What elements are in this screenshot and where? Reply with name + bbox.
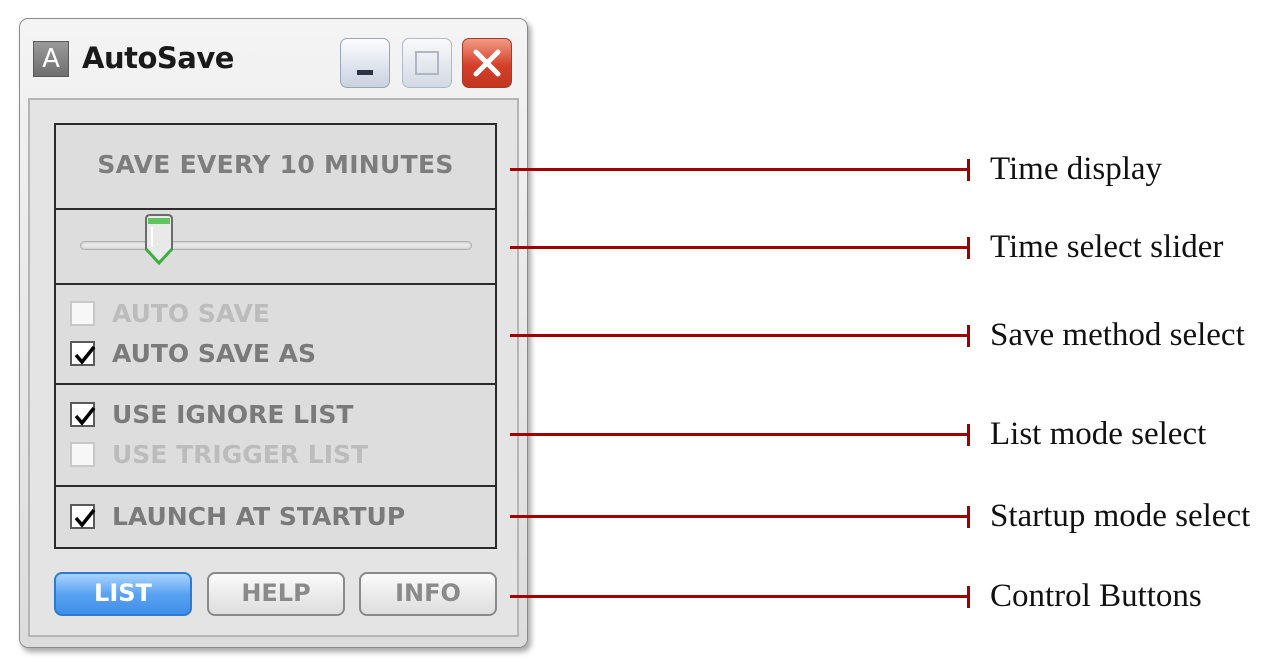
checkmark-icon (74, 508, 96, 528)
time-display: SAVE EVERY 10 MINUTES (97, 150, 454, 179)
auto-save-as-label: AUTO SAVE AS (112, 339, 317, 368)
checkmark-icon (74, 406, 96, 426)
time-slider-thumb[interactable] (142, 213, 176, 267)
checkmark-icon (74, 345, 96, 365)
time-slider-panel (54, 208, 497, 285)
callout-line-control-buttons (510, 595, 969, 598)
app-icon: A (33, 41, 69, 77)
window-title: AutoSave (82, 41, 234, 75)
callout-line-save-method (510, 334, 969, 337)
title-bar[interactable]: A AutoSave (20, 19, 527, 97)
close-button[interactable] (462, 38, 512, 88)
callout-line-startup-mode (510, 515, 969, 518)
time-slider-track[interactable] (80, 241, 472, 250)
client-area: SAVE EVERY 10 MINUTES AUTO SAVE AUTO SAV… (28, 98, 519, 637)
list-button[interactable]: LIST (54, 572, 192, 616)
use-trigger-list-label: USE TRIGGER LIST (112, 440, 369, 469)
callout-cap-list-mode (967, 424, 970, 446)
info-button[interactable]: INFO (359, 572, 497, 616)
auto-save-label: AUTO SAVE (112, 299, 270, 328)
callout-line-time-slider (510, 246, 969, 249)
auto-save-as-checkbox[interactable] (70, 341, 96, 366)
callout-cap-control-buttons (967, 586, 970, 608)
callout-line-list-mode (510, 433, 969, 436)
minimize-button[interactable] (340, 38, 390, 88)
callout-label-time-display: Time display (990, 151, 1163, 187)
callout-cap-time-slider (967, 237, 970, 259)
use-trigger-list-checkbox[interactable] (70, 442, 95, 467)
autosave-window: A AutoSave SAVE EVERY 10 MINUTES AUTO SA… (19, 18, 528, 648)
maximize-button[interactable] (402, 38, 452, 88)
callout-label-time-slider: Time select slider (990, 229, 1224, 265)
callout-cap-save-method (967, 325, 970, 347)
diagram-stage: A AutoSave SAVE EVERY 10 MINUTES AUTO SA… (0, 0, 1285, 661)
maximize-icon (415, 51, 439, 75)
callout-line-time-display (510, 168, 969, 171)
launch-at-startup-label: LAUNCH AT STARTUP (112, 502, 406, 531)
time-display-panel: SAVE EVERY 10 MINUTES (54, 123, 497, 210)
callout-label-startup-mode: Startup mode select (990, 498, 1251, 534)
callout-cap-time-display (967, 159, 970, 181)
startup-mode-panel: LAUNCH AT STARTUP (54, 485, 497, 549)
close-icon (473, 49, 501, 77)
callout-cap-startup-mode (967, 506, 970, 528)
use-ignore-list-label: USE IGNORE LIST (112, 400, 354, 429)
callout-label-control-buttons: Control Buttons (990, 578, 1202, 614)
save-method-panel: AUTO SAVE AUTO SAVE AS (54, 283, 497, 385)
callout-label-save-method: Save method select (990, 317, 1245, 353)
launch-at-startup-checkbox[interactable] (70, 504, 96, 529)
minimize-icon (357, 70, 373, 75)
callout-label-list-mode: List mode select (990, 416, 1207, 452)
use-ignore-list-checkbox[interactable] (70, 402, 96, 427)
list-mode-panel: USE IGNORE LIST USE TRIGGER LIST (54, 383, 497, 487)
auto-save-checkbox[interactable] (70, 301, 95, 326)
help-button[interactable]: HELP (207, 572, 345, 616)
